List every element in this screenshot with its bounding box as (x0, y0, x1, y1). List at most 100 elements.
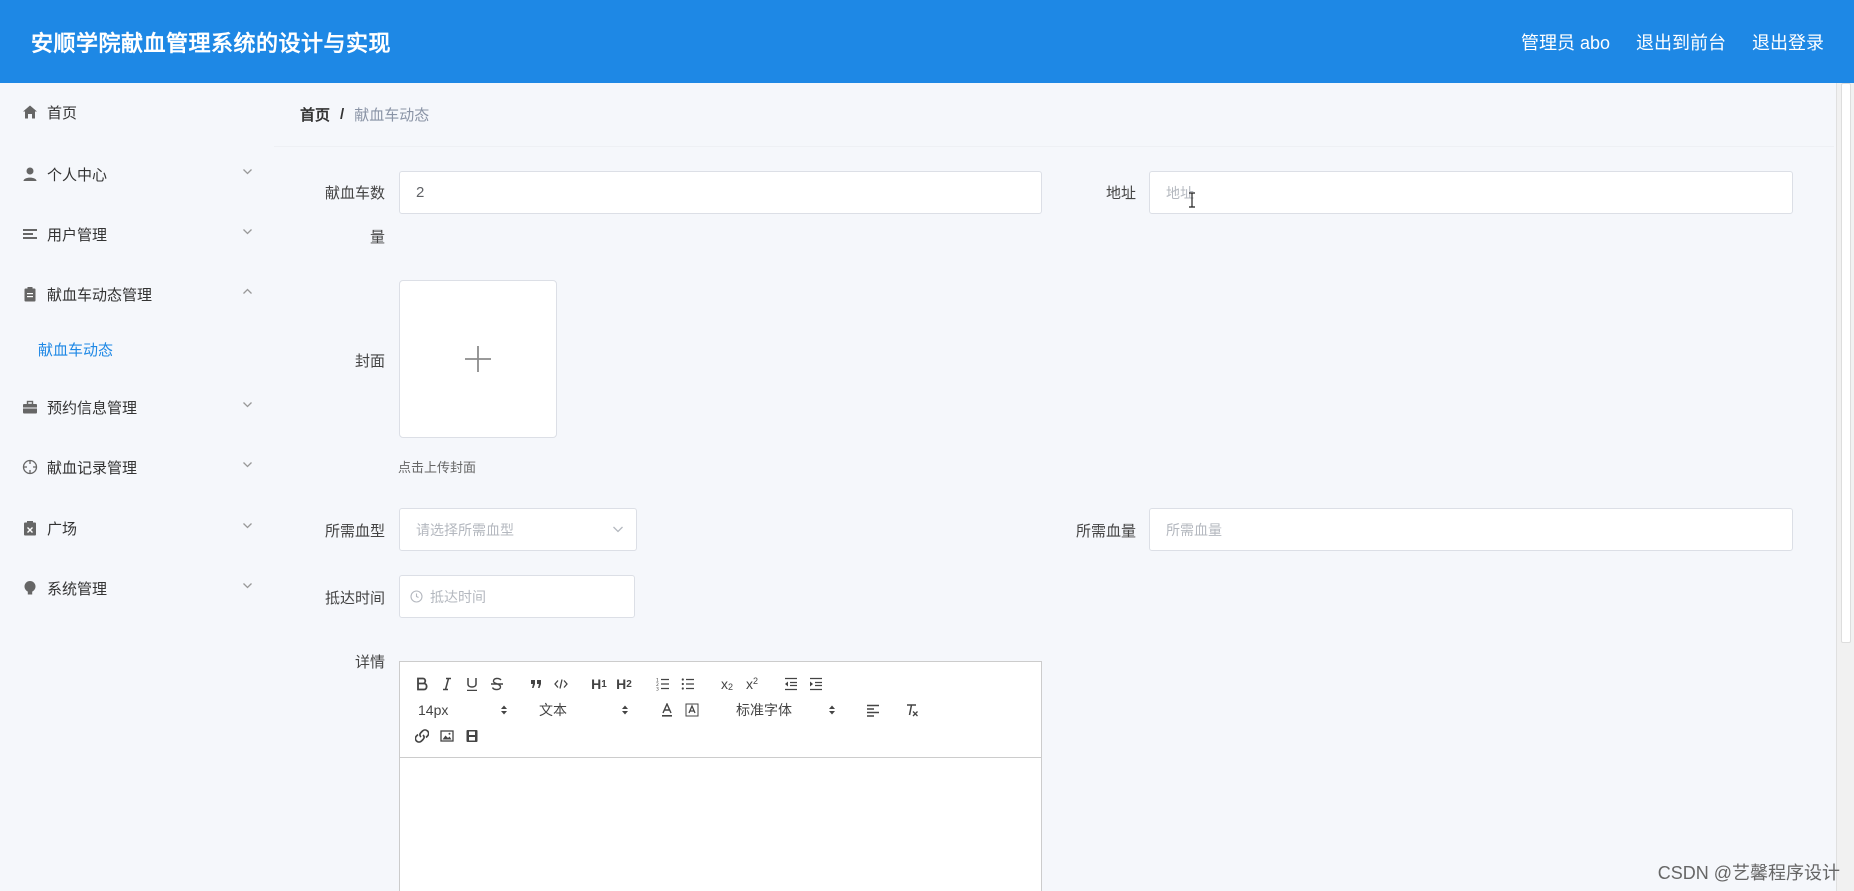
sidebar-item-personal-center[interactable]: 个人中心 (0, 154, 274, 194)
align-icon[interactable] (862, 700, 884, 720)
page-scrollbar[interactable] (1836, 83, 1854, 891)
blood-amount-placeholder: 所需血量 (1166, 521, 1222, 538)
svg-text:3: 3 (656, 687, 659, 692)
chevron-down-icon (242, 520, 254, 532)
cover-label: 封面 (354, 353, 385, 370)
scrollbar-thumb[interactable] (1841, 83, 1851, 643)
detail-label: 详情 (354, 654, 385, 671)
briefcase-icon (22, 399, 38, 415)
bloodmobile-count-input[interactable]: 2 (399, 171, 1042, 214)
outdent-icon[interactable] (780, 674, 802, 694)
watermark-text: CSDN @艺馨程序设计 (1657, 863, 1840, 883)
clock-icon (410, 590, 423, 603)
underline-icon[interactable] (461, 674, 483, 694)
updown-icon (829, 705, 835, 715)
blood-amount-input[interactable]: 所需血量 (1149, 508, 1793, 551)
rich-text-editor: H1 H2 123 x2 x2 14px 文本 标准字体 (399, 661, 1042, 891)
video-icon[interactable] (461, 726, 483, 746)
sidebar-item-square[interactable]: 广场 (0, 508, 274, 548)
strike-icon[interactable] (486, 674, 508, 694)
blood-type-select[interactable]: 请选择所需血型 (399, 508, 637, 551)
editor-content-area[interactable] (400, 758, 1041, 891)
block-format-select[interactable]: 文本 (539, 700, 629, 720)
code-icon[interactable] (550, 674, 572, 694)
updown-icon (622, 705, 628, 715)
plus-icon (465, 346, 491, 372)
admin-label[interactable]: 管理员 abo (1521, 29, 1610, 55)
arrival-time-picker[interactable]: 抵达时间 (399, 575, 635, 618)
ordered-list-icon[interactable]: 123 (652, 674, 674, 694)
chevron-down-icon (242, 459, 254, 471)
arrival-time-placeholder: 抵达时间 (430, 588, 486, 605)
blood-amount-label: 所需血量 (1075, 523, 1136, 540)
font-family-select[interactable]: 标准字体 (736, 700, 836, 720)
breadcrumb-separator: / (340, 106, 345, 123)
sidebar-item-appointment-management[interactable]: 预约信息管理 (0, 387, 274, 427)
breadcrumb-home[interactable]: 首页 (300, 104, 330, 125)
block-format-value: 文本 (539, 702, 567, 718)
h2-icon[interactable]: H2 (613, 674, 635, 694)
breadcrumb-current: 献血车动态 (354, 107, 430, 124)
quote-icon[interactable] (525, 674, 547, 694)
arrival-time-label: 抵达时间 (324, 590, 385, 607)
blood-type-label: 所需血型 (324, 523, 385, 540)
user-icon (22, 166, 38, 182)
sidebar-item-donation-records[interactable]: 献血记录管理 (0, 447, 274, 487)
chevron-up-icon (242, 286, 254, 298)
address-input[interactable]: 地址 (1149, 171, 1793, 214)
sidebar-item-label: 献血车动态管理 (47, 286, 153, 304)
italic-icon[interactable] (436, 674, 458, 694)
sidebar-item-home[interactable]: 首页 (0, 92, 274, 132)
font-color-icon[interactable] (656, 700, 678, 720)
logout-link[interactable]: 退出登录 (1752, 29, 1824, 55)
list-icon (22, 226, 38, 242)
sidebar-item-label: 系统管理 (47, 580, 108, 598)
sidebar-subitem-bloodmobile-news[interactable]: 献血车动态 (0, 329, 274, 369)
sidebar-item-label: 预约信息管理 (47, 399, 138, 417)
sidebar-item-label: 献血记录管理 (47, 459, 138, 477)
bg-color-icon[interactable] (681, 700, 703, 720)
text-cursor-icon (1189, 192, 1195, 208)
updown-icon (501, 705, 507, 715)
bulb-icon (22, 580, 38, 596)
font-size-value: 14px (418, 702, 449, 718)
bullet-list-icon[interactable] (677, 674, 699, 694)
chevron-down-icon (242, 226, 254, 238)
indent-icon[interactable] (805, 674, 827, 694)
editor-toolbar: H1 H2 123 x2 x2 14px 文本 标准字体 (400, 662, 1041, 758)
bold-icon[interactable] (411, 674, 433, 694)
home-icon (22, 104, 38, 120)
main-content: 首页 / 献血车动态 献血车数 量 2 地址 地址 封面 点击上传封面 所需血型… (274, 83, 1854, 891)
clipboard-icon (22, 286, 38, 302)
chevron-down-icon (242, 166, 254, 178)
image-icon[interactable] (436, 726, 458, 746)
chevron-down-icon (242, 580, 254, 592)
cover-upload-box[interactable] (399, 280, 557, 438)
back-to-front-link[interactable]: 退出到前台 (1636, 29, 1726, 55)
sidebar-item-label: 用户管理 (47, 226, 108, 244)
h1-icon[interactable]: H1 (588, 674, 610, 694)
bloodmobile-count-label: 献血车数 (324, 185, 385, 202)
sidebar-item-user-management[interactable]: 用户管理 (0, 214, 274, 254)
font-size-select[interactable]: 14px (418, 700, 508, 720)
breadcrumb: 首页 / 献血车动态 (274, 83, 1834, 147)
crosshair-icon (22, 459, 38, 475)
sidebar-item-bloodmobile-management[interactable]: 献血车动态管理 (0, 274, 274, 314)
sidebar-item-system-management[interactable]: 系统管理 (0, 568, 274, 608)
header-actions: 管理员 abo 退出到前台 退出登录 (1495, 29, 1824, 55)
bloodmobile-count-label-cont: 量 (369, 229, 385, 246)
link-icon[interactable] (411, 726, 433, 746)
subscript-icon[interactable]: x2 (716, 674, 738, 694)
blood-type-placeholder: 请选择所需血型 (416, 521, 514, 538)
app-title: 安顺学院献血管理系统的设计与实现 (31, 30, 392, 56)
calendar-x-icon (22, 520, 38, 536)
sidebar: 首页 个人中心 用户管理 献血车动态管理 献血车动态 预约信息管理 献血记录管理… (0, 83, 274, 891)
top-header: 安顺学院献血管理系统的设计与实现 管理员 abo 退出到前台 退出登录 (0, 0, 1854, 83)
sidebar-item-label: 首页 (47, 104, 78, 122)
superscript-icon[interactable]: x2 (741, 674, 763, 694)
sidebar-item-label: 个人中心 (47, 166, 108, 184)
address-label: 地址 (1105, 185, 1136, 202)
clear-format-icon[interactable] (901, 700, 923, 720)
sidebar-item-label: 广场 (47, 520, 78, 538)
chevron-down-icon (613, 526, 623, 533)
